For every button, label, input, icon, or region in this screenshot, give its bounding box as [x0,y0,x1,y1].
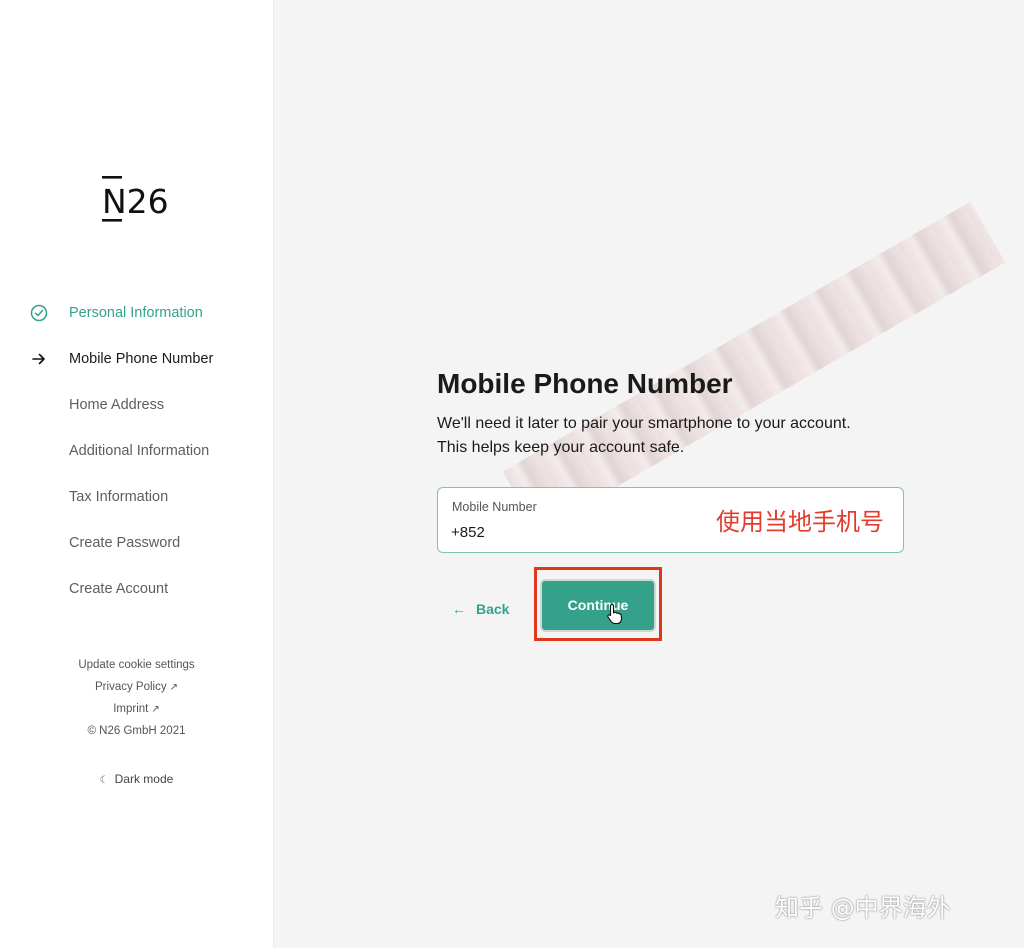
page-title: Mobile Phone Number [437,368,733,399]
moon-icon: ☾ [99,775,109,786]
step-label: Create Password [69,535,181,551]
step-create-account: Create Account [0,566,273,612]
imprint-link[interactable]: Imprint [113,703,148,715]
watermark: 知乎 @中界海外 [775,894,951,922]
step-label: Home Address [69,397,165,413]
mobile-number-label: Mobile Number [452,500,537,514]
dark-mode-toggle[interactable]: ☾ Dark mode [0,772,273,786]
sidebar: N26 Personal Information Mobile Phone Nu… [0,0,274,948]
subtitle-line: We'll need it later to pair your smartph… [437,415,851,432]
step-label: Personal Information [69,305,203,321]
sidebar-footer: Update cookie settings Privacy Policy ↗ I… [0,654,273,742]
step-personal-information[interactable]: Personal Information [0,290,273,336]
arrow-right-icon [30,351,48,367]
continue-button[interactable]: Continue [540,579,656,632]
step-label: Additional Information [69,443,210,459]
annotation-text: 使用当地手机号 [716,508,884,536]
logo-text: N26 [102,182,169,221]
privacy-policy-link[interactable]: Privacy Policy [95,681,167,693]
step-label: Create Account [69,581,169,597]
back-button[interactable]: ← Back [452,598,509,620]
external-link-icon: ↗ [169,682,178,693]
step-additional-information: Additional Information [0,428,273,474]
copyright-text: © N26 GmbH 2021 [87,725,186,737]
dark-mode-label: Dark mode [114,772,174,786]
main-panel [274,0,1024,948]
mobile-number-input[interactable] [451,521,701,543]
step-label: Mobile Phone Number [69,351,214,367]
hand-pointer-icon [606,603,624,625]
step-mobile-phone-number[interactable]: Mobile Phone Number [0,336,273,382]
subtitle-line: This helps keep your account safe. [437,439,685,456]
decorative-stripe [502,201,1006,533]
step-home-address: Home Address [0,382,273,428]
step-label: Tax Information [69,489,169,505]
check-circle-icon [30,304,48,322]
step-tax-information: Tax Information [0,474,273,520]
page-subtitle: We'll need it later to pair your smartph… [437,412,917,460]
cookie-settings-link[interactable]: Update cookie settings [78,659,194,671]
onboarding-steps: Personal Information Mobile Phone Number… [0,290,273,612]
step-create-password: Create Password [0,520,273,566]
external-link-icon: ↗ [151,704,160,715]
arrow-left-icon: ← [452,601,466,617]
n26-logo[interactable]: N26 [102,176,182,224]
back-label: Back [476,601,510,617]
